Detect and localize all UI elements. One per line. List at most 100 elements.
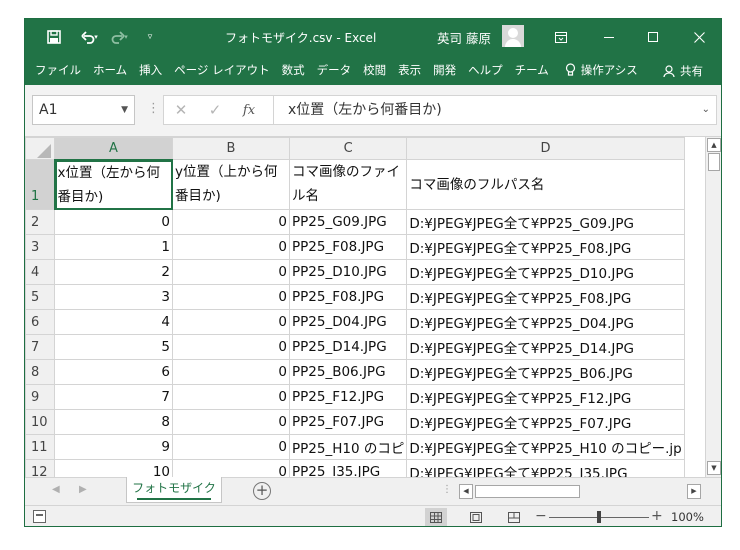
tab-splitter-icon[interactable]: ⋮ xyxy=(442,484,452,495)
row-header[interactable]: 4 xyxy=(25,259,55,285)
cell-c1[interactable]: コマ画像のファイル名 xyxy=(288,159,408,210)
cell[interactable]: PP25_I35.JPG xyxy=(288,459,408,477)
tab-help[interactable]: ヘルプ xyxy=(462,62,509,78)
row-header[interactable]: 11 xyxy=(25,434,55,460)
column-header-d[interactable]: D xyxy=(406,137,685,160)
column-header-c[interactable]: C xyxy=(288,137,408,160)
name-box[interactable]: A1 ▼ xyxy=(32,95,135,125)
formula-bar-splitter[interactable]: ⋮ xyxy=(147,101,160,116)
tab-developer[interactable]: 開発 xyxy=(427,62,462,78)
row-header[interactable]: 5 xyxy=(25,284,55,310)
cell[interactable]: D:¥JPEG¥JPEG全て¥PP25_I35.JPG xyxy=(406,459,685,477)
scroll-down-arrow-icon[interactable]: ▼ xyxy=(707,461,721,475)
tab-insert[interactable]: 挿入 xyxy=(133,62,168,78)
close-button[interactable] xyxy=(679,19,719,55)
worksheet-grid[interactable]: A B C D 1 x位置（左から何番目か) y位置（上から何番目か) コマ画像… xyxy=(25,137,705,477)
cell[interactable]: D:¥JPEG¥JPEG全て¥PP25_D10.JPG xyxy=(406,259,685,285)
row-header[interactable]: 8 xyxy=(25,359,55,385)
cell[interactable]: D:¥JPEG¥JPEG全て¥PP25_D04.JPG xyxy=(406,309,685,335)
ribbon-display-options-button[interactable] xyxy=(541,19,581,55)
scroll-right-arrow-icon[interactable]: ▶ xyxy=(687,484,701,499)
add-sheet-button[interactable]: + xyxy=(253,482,271,500)
cell[interactable]: D:¥JPEG¥JPEG全て¥PP25_H10 のコピー.jp xyxy=(406,434,685,460)
formula-input[interactable]: x位置（左から何番目か) ⌄ xyxy=(273,95,717,125)
cell[interactable]: PP25_D10.JPG xyxy=(288,259,408,285)
cell[interactable]: 1 xyxy=(54,234,173,260)
customize-qat-button[interactable]: ▿ xyxy=(139,19,161,55)
cell[interactable]: D:¥JPEG¥JPEG全て¥PP25_F07.JPG xyxy=(406,409,685,435)
select-all-corner[interactable] xyxy=(25,137,55,160)
row-header[interactable]: 7 xyxy=(25,334,55,360)
sheet-prev-icon[interactable]: ◀ xyxy=(52,484,60,495)
scroll-left-arrow-icon[interactable]: ◀ xyxy=(459,484,473,499)
insert-function-button[interactable]: fx xyxy=(232,103,266,118)
zoom-out-button[interactable]: − xyxy=(535,508,547,524)
cell[interactable]: 0 xyxy=(172,459,290,477)
confirm-entry-button[interactable]: ✓ xyxy=(198,101,232,119)
row-header[interactable]: 3 xyxy=(25,234,55,260)
user-name[interactable]: 英司 藤原 xyxy=(437,28,491,47)
cell[interactable]: 0 xyxy=(172,259,290,285)
macro-record-icon[interactable] xyxy=(33,510,46,523)
cell[interactable]: 0 xyxy=(172,234,290,260)
redo-dropdown-button[interactable]: ▾ xyxy=(121,19,131,55)
cell[interactable]: 8 xyxy=(54,409,173,435)
tab-file[interactable]: ファイル xyxy=(25,62,87,78)
cell[interactable]: 10 xyxy=(54,459,173,477)
cell[interactable]: 6 xyxy=(54,359,173,385)
tab-formulas[interactable]: 数式 xyxy=(276,62,311,78)
sheet-next-icon[interactable]: ▶ xyxy=(79,484,87,495)
row-header[interactable]: 12 xyxy=(25,459,55,477)
column-header-b[interactable]: B xyxy=(172,137,290,160)
cell[interactable]: D:¥JPEG¥JPEG全て¥PP25_B06.JPG xyxy=(406,359,685,385)
cell[interactable]: 7 xyxy=(54,384,173,410)
scroll-up-arrow-icon[interactable]: ▲ xyxy=(707,138,721,152)
cell[interactable]: 4 xyxy=(54,309,173,335)
cell[interactable]: PP25_F12.JPG xyxy=(288,384,408,410)
cell[interactable]: 0 xyxy=(172,384,290,410)
cell[interactable]: 3 xyxy=(54,284,173,310)
cell[interactable]: 9 xyxy=(54,434,173,460)
cell[interactable]: PP25_F07.JPG xyxy=(288,409,408,435)
column-header-a[interactable]: A xyxy=(54,137,173,161)
chevron-down-icon[interactable]: ▼ xyxy=(121,96,128,124)
cell[interactable]: PP25_G09.JPG xyxy=(288,209,408,235)
cell[interactable]: PP25_F08.JPG xyxy=(288,234,408,260)
cell-b1[interactable]: y位置（上から何番目か) xyxy=(172,159,290,210)
cell-d1[interactable]: コマ画像のフルパス名 xyxy=(406,159,685,210)
minimize-button[interactable] xyxy=(589,19,629,55)
cell[interactable]: 0 xyxy=(172,209,290,235)
cell[interactable]: PP25_H10 のコピ xyxy=(288,434,408,460)
undo-dropdown-button[interactable]: ▾ xyxy=(91,19,101,55)
cell[interactable]: D:¥JPEG¥JPEG全て¥PP25_F08.JPG xyxy=(406,284,685,310)
avatar[interactable] xyxy=(502,25,524,47)
cell[interactable]: 0 xyxy=(54,209,173,235)
zoom-level[interactable]: 100% xyxy=(671,510,704,524)
row-header[interactable]: 9 xyxy=(25,384,55,410)
cell[interactable]: PP25_D14.JPG xyxy=(288,334,408,360)
cell[interactable]: PP25_D04.JPG xyxy=(288,309,408,335)
cell[interactable]: D:¥JPEG¥JPEG全て¥PP25_D14.JPG xyxy=(406,334,685,360)
page-break-view-button[interactable] xyxy=(503,508,525,526)
vertical-scroll-thumb[interactable] xyxy=(708,153,720,171)
vertical-scrollbar[interactable]: ▲ ▼ xyxy=(705,137,721,477)
zoom-slider-knob[interactable] xyxy=(597,511,601,523)
normal-view-button[interactable] xyxy=(425,508,447,526)
row-header[interactable]: 10 xyxy=(25,409,55,435)
cell[interactable]: 2 xyxy=(54,259,173,285)
cell[interactable]: 0 xyxy=(172,284,290,310)
row-header[interactable]: 6 xyxy=(25,309,55,335)
cell[interactable]: 5 xyxy=(54,334,173,360)
maximize-button[interactable] xyxy=(633,19,673,55)
cell-a1[interactable]: x位置（左から何番目か) xyxy=(54,159,173,210)
tab-home[interactable]: ホーム xyxy=(87,62,133,78)
tab-page-layout[interactable]: ページ レイアウト xyxy=(168,62,275,78)
cell[interactable]: PP25_B06.JPG xyxy=(288,359,408,385)
cell[interactable]: 0 xyxy=(172,434,290,460)
cell[interactable]: 0 xyxy=(172,359,290,385)
tab-view[interactable]: 表示 xyxy=(392,62,427,78)
cell[interactable]: D:¥JPEG¥JPEG全て¥PP25_F12.JPG xyxy=(406,384,685,410)
horizontal-scrollbar[interactable]: ◀ ▶ xyxy=(459,484,703,499)
cell[interactable]: 0 xyxy=(172,409,290,435)
cell[interactable]: D:¥JPEG¥JPEG全て¥PP25_G09.JPG xyxy=(406,209,685,235)
